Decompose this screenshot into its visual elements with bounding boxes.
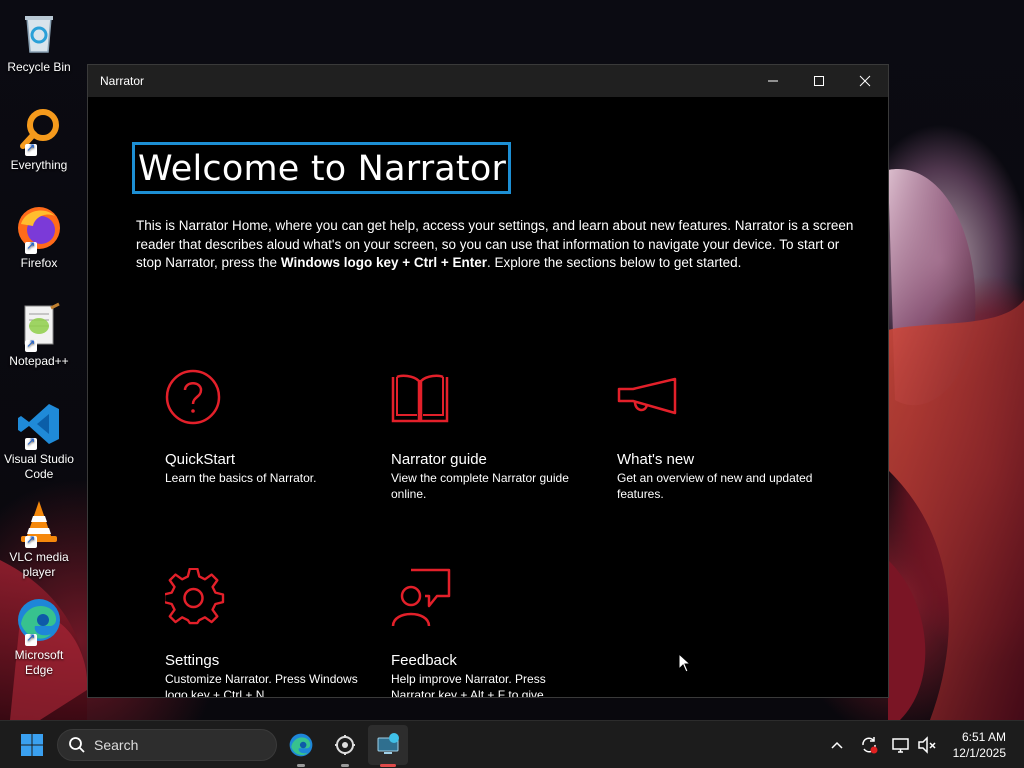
desktop-icon-label: Firefox bbox=[20, 256, 58, 270]
taskbar-search-box[interactable]: Search bbox=[57, 729, 277, 761]
narrator-home-content: Welcome to Narrator This is Narrator Hom… bbox=[88, 97, 888, 697]
intro-paragraph: This is Narrator Home, where you can get… bbox=[136, 217, 856, 273]
notepad-plus-plus-icon bbox=[15, 302, 63, 352]
open-book-icon bbox=[391, 367, 451, 427]
desktop-icon-label: Notepad++ bbox=[9, 354, 69, 368]
settings-card[interactable]: Settings Customize Narrator. Press Windo… bbox=[162, 567, 365, 697]
whats-new-card[interactable]: What's new Get an overview of new and up… bbox=[617, 367, 817, 502]
start-button[interactable] bbox=[12, 725, 52, 765]
shortcut-arrow-icon bbox=[25, 239, 37, 254]
card-description: Customize Narrator. Press Windows logo k… bbox=[165, 672, 358, 697]
desktop-icon-firefox[interactable]: Firefox bbox=[2, 204, 76, 271]
running-indicator bbox=[297, 764, 305, 767]
card-description: View the complete Narrator guide online. bbox=[391, 471, 569, 501]
chevron-up-icon bbox=[831, 741, 843, 749]
shortcut-arrow-icon bbox=[25, 435, 37, 450]
sync-tray-button[interactable] bbox=[858, 721, 880, 768]
taskbar-app-button[interactable] bbox=[325, 725, 365, 767]
clock-time: 6:51 AM bbox=[961, 730, 1006, 744]
desktop-icon-recycle-bin[interactable]: Recycle Bin bbox=[2, 8, 76, 75]
card-title: What's new bbox=[617, 451, 695, 468]
volume-muted-icon bbox=[918, 736, 936, 754]
running-indicator bbox=[341, 764, 349, 767]
close-button[interactable] bbox=[842, 65, 888, 97]
show-hidden-icons-button[interactable] bbox=[826, 721, 848, 768]
firefox-icon bbox=[15, 204, 63, 254]
desktop-icon-vscode[interactable]: Visual Studio Code bbox=[2, 400, 76, 482]
network-icon bbox=[892, 738, 909, 753]
settings-cog-app-icon bbox=[335, 735, 355, 755]
taskbar-clock[interactable]: 6:51 AM 12/1/2025 bbox=[953, 729, 1006, 761]
desktop-icon-edge[interactable]: Microsoft Edge bbox=[2, 596, 76, 678]
narrator-window: Narrator Welcome to Narrator This is Nar… bbox=[87, 64, 889, 698]
feedback-person-speech-icon bbox=[391, 568, 451, 628]
gear-icon bbox=[162, 567, 225, 628]
megaphone-icon bbox=[617, 367, 677, 427]
desktop-icon-label: Recycle Bin bbox=[7, 60, 71, 74]
card-description: Learn the basics of Narrator. bbox=[165, 471, 317, 485]
maximize-button[interactable] bbox=[796, 65, 842, 97]
active-indicator bbox=[380, 764, 396, 767]
window-title: Narrator bbox=[100, 74, 145, 88]
edge-icon bbox=[15, 596, 63, 646]
page-title: Welcome to Narrator bbox=[132, 142, 512, 194]
card-description: Get an overview of new and updated featu… bbox=[617, 471, 813, 501]
vlc-cone-icon bbox=[15, 498, 63, 548]
shortcut-arrow-icon bbox=[25, 533, 37, 548]
card-description: Help improve Narrator. Press Narrator ke… bbox=[391, 672, 546, 697]
desktop-icon-label: VLC media player bbox=[9, 550, 69, 579]
narrator-app-icon bbox=[377, 733, 399, 754]
mouse-cursor-icon bbox=[678, 653, 692, 673]
recycle-bin-icon bbox=[15, 8, 63, 56]
close-icon bbox=[859, 75, 871, 87]
card-title: Feedback bbox=[391, 652, 457, 669]
desktop-icon-notepad-plus-plus[interactable]: Notepad++ bbox=[2, 302, 76, 369]
taskbar-edge-button[interactable] bbox=[281, 725, 321, 767]
shortcut-arrow-icon bbox=[25, 141, 37, 156]
taskbar-narrator-button[interactable] bbox=[368, 725, 408, 767]
minimize-button[interactable] bbox=[750, 65, 796, 97]
feedback-card[interactable]: Feedback Help improve Narrator. Press Na… bbox=[391, 568, 591, 697]
card-title: Settings bbox=[165, 652, 220, 669]
clock-date: 12/1/2025 bbox=[952, 746, 1006, 760]
card-title: QuickStart bbox=[165, 451, 236, 468]
quickstart-card[interactable]: QuickStart Learn the basics of Narrator. bbox=[165, 367, 365, 486]
desktop-icon-label: Microsoft Edge bbox=[14, 648, 64, 677]
volume-tray-button[interactable] bbox=[916, 721, 938, 768]
window-titlebar[interactable]: Narrator bbox=[88, 65, 888, 97]
maximize-icon bbox=[814, 76, 824, 86]
card-title: Narrator guide bbox=[391, 451, 487, 468]
search-icon bbox=[69, 737, 85, 753]
vscode-icon bbox=[15, 400, 63, 450]
desktop-icon-vlc[interactable]: VLC media player bbox=[2, 498, 76, 580]
question-mark-icon bbox=[165, 367, 225, 427]
everything-search-icon bbox=[15, 106, 63, 156]
intro-text-end: . Explore the sections below to get star… bbox=[487, 255, 742, 270]
shortcut-arrow-icon bbox=[25, 337, 37, 352]
desktop-icon-label: Everything bbox=[10, 158, 68, 172]
narrator-guide-card[interactable]: Narrator guide View the complete Narrato… bbox=[391, 367, 591, 502]
desktop-icon-everything[interactable]: Everything bbox=[2, 106, 76, 173]
windows-logo-icon bbox=[21, 734, 43, 756]
edge-icon bbox=[289, 733, 313, 757]
shortcut-arrow-icon bbox=[25, 631, 37, 646]
taskbar: Search 6:51 AM 12/1/2025 bbox=[0, 720, 1024, 768]
search-label: Search bbox=[94, 737, 139, 753]
network-tray-button[interactable] bbox=[890, 721, 912, 768]
desktop-icon-label: Visual Studio Code bbox=[4, 452, 74, 481]
sync-icon bbox=[862, 737, 878, 754]
minimize-icon bbox=[768, 80, 778, 82]
intro-shortcut-text: Windows logo key + Ctrl + Enter bbox=[280, 255, 487, 270]
